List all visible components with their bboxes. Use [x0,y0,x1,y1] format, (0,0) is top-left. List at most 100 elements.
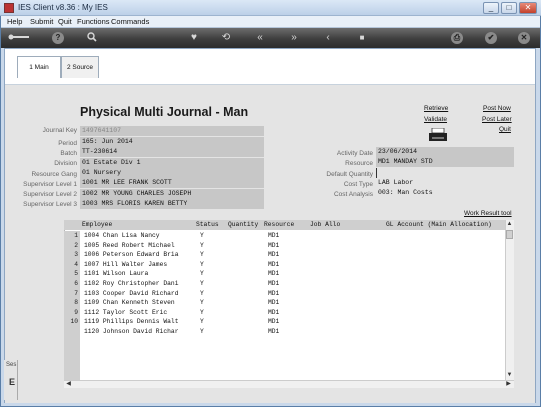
batch-field[interactable]: TT-230614 [80,147,264,157]
cost-type-field[interactable]: LAB Labor [376,178,514,188]
cell-resource[interactable]: MD1 [268,269,279,279]
row-number: 8 [64,298,80,308]
row-number: 2 [64,240,80,251]
cell-employee[interactable]: 1119 Phillips Dennis Walt [84,317,178,327]
scroll-left-icon[interactable]: ◀ [65,381,72,388]
col-resource[interactable]: Resource [264,221,294,228]
page-title: Physical Multi Journal - Man [80,105,249,119]
period-field[interactable]: 165: Jun 2014 [80,137,264,147]
cell-employee[interactable]: 1103 Cooper David Richard [84,289,178,299]
resource-gang-field[interactable]: 01 Nursery [80,168,264,178]
supervisor-3-field[interactable]: 1003 MRS FLORIS KAREN BETTY [80,199,264,209]
activity-date-field[interactable]: 23/06/2014 [376,147,514,157]
tab-source[interactable]: 2 Source [61,56,99,78]
forward-icon[interactable]: » [288,32,300,44]
rewind-icon[interactable]: « [254,32,266,44]
post-now-link[interactable]: Post Now [483,105,511,112]
cell-resource[interactable]: MD1 [268,298,279,308]
activity-date-label: Activity Date [336,150,373,157]
supervisor-1-field[interactable]: 1001 MR LEE FRANK SCOTT [80,178,264,188]
cell-status[interactable]: Y [200,279,204,289]
cell-status[interactable]: Y [200,298,204,308]
back-icon[interactable]: ‹ [322,32,334,44]
menu-functions[interactable]: Functions [77,17,110,26]
work-result-link[interactable]: Work Result tool [464,210,512,217]
cell-resource[interactable]: MD1 [268,317,279,327]
stop-icon[interactable]: ■ [356,32,368,44]
cell-employee[interactable]: 1005 Reed Robert Michael [84,241,175,251]
vertical-scrollbar[interactable] [505,220,514,380]
retrieve-link[interactable]: Retrieve [424,105,448,112]
default-quantity-field[interactable] [376,168,514,178]
menu-submit[interactable]: Submit [30,17,53,26]
cell-resource[interactable]: MD1 [268,250,279,260]
supervisor-2-field[interactable]: 1002 MR YOUNG CHARLES JOSEPH [80,189,264,199]
row-number: 4 [64,259,80,270]
col-quantity[interactable]: Quantity [228,221,258,228]
printer-icon[interactable] [428,127,448,142]
cell-status[interactable]: Y [200,327,204,337]
cell-resource[interactable]: MD1 [268,231,279,241]
resource-field[interactable]: MD1 MANDAY STD [376,157,514,167]
menu-help[interactable]: Help [7,17,22,26]
scroll-right-icon[interactable]: ▶ [505,381,512,388]
search-icon[interactable] [86,32,98,44]
cell-resource[interactable]: MD1 [268,327,279,337]
heart-icon[interactable]: ♥ [188,32,200,44]
close-icon[interactable]: ✕ [518,32,530,44]
title-bar: IES Client v8.36 : My IES [0,0,541,16]
cell-employee[interactable]: 1109 Chan Kenneth Steven [84,298,175,308]
cell-status[interactable]: Y [200,260,204,270]
side-stub-label: Ses [6,362,17,368]
close-window-button[interactable]: ✕ [519,2,537,14]
cell-resource[interactable]: MD1 [268,289,279,299]
col-gl-account[interactable]: GL Account (Main Allocation) [386,221,492,228]
cell-employee[interactable]: 1006 Peterson Edward Bria [84,250,178,260]
key-icon[interactable] [8,34,30,40]
scroll-up-icon[interactable]: ▲ [506,221,513,228]
vertical-scroll-thumb[interactable] [506,230,513,239]
row-number: 3 [64,250,80,260]
cell-resource[interactable]: MD1 [268,260,279,270]
col-employee[interactable]: Employee [82,221,112,228]
journal-key-field[interactable]: 1497641107 [80,126,264,136]
cell-employee[interactable]: 1101 Wilson Laura [84,269,148,279]
ok-icon[interactable]: ✔ [485,32,497,44]
quit-link[interactable]: Quit [499,126,511,133]
cell-resource[interactable]: MD1 [268,308,279,318]
print-icon[interactable]: ⎙ [451,32,463,44]
menu-quit[interactable]: Quit [58,17,72,26]
cell-employee[interactable]: 1007 Hill Walter James [84,260,167,270]
cell-status[interactable]: Y [200,250,204,260]
row-number: 5 [64,269,80,279]
cell-status[interactable]: Y [200,289,204,299]
cell-status[interactable]: Y [200,317,204,327]
row-number: 1 [64,231,80,241]
cell-employee[interactable]: 1102 Roy Christopher Dani [84,279,178,289]
cell-resource[interactable]: MD1 [268,241,279,251]
maximize-button[interactable]: □ [501,2,517,14]
cell-status[interactable]: Y [200,308,204,318]
resource-gang-label: Resource Gang [31,171,77,178]
cell-status[interactable]: Y [200,241,204,251]
scroll-down-icon[interactable]: ▼ [506,372,513,379]
validate-link[interactable]: Validate [424,116,447,123]
division-field[interactable]: 01 Estate Div 1 [80,158,264,168]
help-icon[interactable]: ? [52,32,64,44]
post-later-link[interactable]: Post Later [482,116,512,123]
horizontal-scrollbar[interactable] [64,380,514,388]
menu-commands[interactable]: Commands [111,17,149,26]
minimize-button[interactable]: _ [483,2,499,14]
cost-analysis-field[interactable]: 003: Man Costs [376,188,514,198]
cell-employee[interactable]: 1120 Johnson David Richar [84,327,178,337]
col-status[interactable]: Status [196,221,219,228]
history-icon[interactable]: ⟲ [220,32,232,44]
cell-status[interactable]: Y [200,269,204,279]
cell-status[interactable]: Y [200,231,204,241]
row-number: 9 [64,307,80,318]
cell-employee[interactable]: 1004 Chan Lisa Nancy [84,231,160,241]
cell-resource[interactable]: MD1 [268,279,279,289]
cell-employee[interactable]: 1112 Taylor Scott Eric [84,308,167,318]
col-job-allo[interactable]: Job Allo [310,221,340,228]
tab-main[interactable]: 1 Main [17,56,61,78]
